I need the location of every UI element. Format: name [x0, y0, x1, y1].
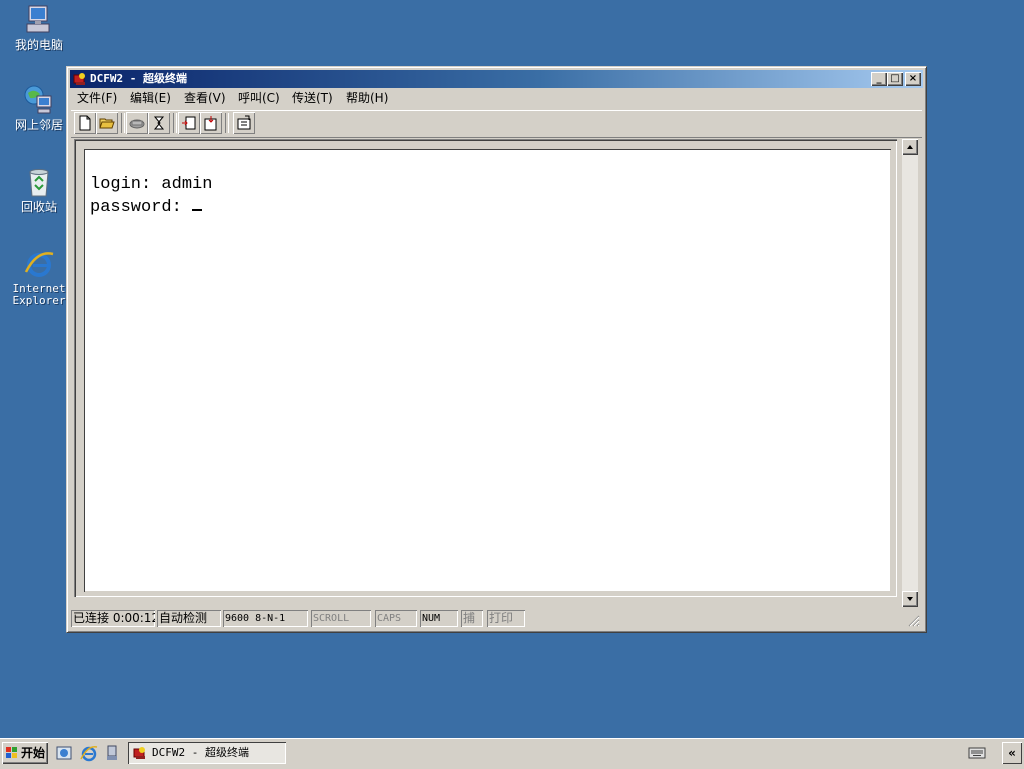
- status-num: NUM: [420, 610, 458, 627]
- arrow-up-icon: [907, 145, 913, 149]
- disconnect-icon: [129, 119, 145, 129]
- status-bar: 已连接 0:00:12 自动检测 9600 8-N-1 SCROLL CAPS …: [71, 609, 922, 629]
- taskbar: 开始 DCFW2 - 超级终端 «: [0, 738, 1024, 769]
- desktop-icon-label: 回收站: [20, 200, 57, 214]
- menu-edit[interactable]: 编辑(E): [130, 91, 171, 106]
- hyperterminal-window: DCFW2 - 超级终端 _ □ × 文件(F) 编辑(E) 查看(V) 呼叫(…: [66, 66, 927, 633]
- toolbar-separator: [225, 113, 229, 133]
- internet-explorer-icon: [23, 248, 55, 280]
- terminal-line: password:: [90, 194, 203, 217]
- status-scroll: SCROLL: [311, 610, 371, 627]
- start-label: 开始: [21, 746, 46, 760]
- minimize-button[interactable]: _: [871, 72, 887, 86]
- new-button[interactable]: [74, 112, 96, 134]
- receive-button[interactable]: [200, 112, 222, 134]
- scroll-down-button[interactable]: [902, 591, 918, 607]
- receive-icon: [204, 116, 217, 131]
- menu-transfer[interactable]: 传送(T): [292, 91, 333, 106]
- terminal-frame: login: admin password:: [74, 139, 897, 597]
- start-button[interactable]: 开始: [2, 742, 48, 764]
- desktop-icon-network-places[interactable]: 网上邻居: [8, 84, 70, 131]
- status-capture: 捕: [461, 610, 483, 627]
- taskbar-window-button[interactable]: DCFW2 - 超级终端: [128, 742, 286, 764]
- minimize-icon: _: [876, 73, 882, 84]
- scroll-up-button[interactable]: [902, 139, 918, 155]
- my-computer-icon: [23, 4, 55, 36]
- desktop-icon-label: 我的电脑: [14, 38, 63, 52]
- chevron-left-icon: «: [1008, 746, 1016, 760]
- properties-button[interactable]: [233, 112, 255, 134]
- hyperterminal-icon[interactable]: [103, 744, 121, 762]
- toolbar: [71, 110, 922, 138]
- title-bar[interactable]: DCFW2 - 超级终端 _ □ ×: [70, 70, 923, 88]
- arrow-down-icon: [907, 597, 913, 601]
- window-title: DCFW2 - 超级终端: [90, 72, 187, 85]
- call-button[interactable]: [148, 112, 170, 134]
- new-icon: [79, 115, 91, 131]
- desktop-icon-label: Internet Explorer: [12, 282, 66, 307]
- network-places-icon: [23, 84, 55, 116]
- show-desktop-icon[interactable]: [55, 744, 73, 762]
- status-print: 打印: [487, 610, 525, 627]
- toolbar-separator: [121, 113, 125, 133]
- close-icon: ×: [908, 73, 918, 84]
- status-baud: 9600 8-N-1: [223, 610, 308, 627]
- desktop-icon-internet-explorer[interactable]: Internet Explorer: [8, 248, 70, 307]
- menu-file[interactable]: 文件(F): [77, 91, 117, 106]
- text-cursor: [192, 194, 203, 211]
- taskbar-window-title: DCFW2 - 超级终端: [152, 746, 249, 759]
- open-icon: [99, 118, 115, 129]
- hyperterminal-icon: [73, 72, 87, 86]
- terminal-prompt: password:: [90, 198, 193, 217]
- status-detect: 自动检测: [157, 610, 221, 627]
- close-button[interactable]: ×: [905, 72, 921, 86]
- internet-explorer-icon[interactable]: [80, 744, 98, 762]
- desktop-icon-my-computer[interactable]: 我的电脑: [8, 4, 70, 51]
- desktop-icon-recycle-bin[interactable]: 回收站: [8, 166, 70, 213]
- keyboard-icon[interactable]: [968, 746, 986, 760]
- windows-logo-icon: [6, 747, 17, 758]
- menu-help[interactable]: 帮助(H): [346, 91, 388, 106]
- maximize-icon: □: [890, 73, 900, 84]
- toolbar-separator: [173, 113, 177, 133]
- vertical-scrollbar[interactable]: [902, 139, 918, 607]
- call-icon: [153, 116, 165, 130]
- resize-grip-icon[interactable]: [908, 615, 920, 627]
- desktop-icon-label: 网上邻居: [14, 118, 63, 132]
- status-connection: 已连接 0:00:12: [73, 611, 155, 625]
- status-caps: CAPS: [375, 610, 417, 627]
- hyperterminal-icon: [133, 747, 145, 759]
- recycle-bin-icon: [23, 166, 55, 198]
- send-icon: [182, 116, 196, 130]
- menu-view[interactable]: 查看(V): [184, 91, 226, 106]
- send-button[interactable]: [178, 112, 200, 134]
- menu-bar: 文件(F) 编辑(E) 查看(V) 呼叫(C) 传送(T) 帮助(H): [71, 89, 922, 108]
- terminal-line: login: admin: [90, 175, 213, 194]
- menu-call[interactable]: 呼叫(C): [238, 91, 280, 106]
- properties-icon: [237, 115, 251, 130]
- open-button[interactable]: [96, 112, 118, 134]
- tray-expand-button[interactable]: «: [1002, 742, 1022, 764]
- maximize-button[interactable]: □: [887, 72, 903, 86]
- disconnect-button[interactable]: [126, 112, 148, 134]
- terminal-screen[interactable]: login: admin password:: [84, 149, 891, 592]
